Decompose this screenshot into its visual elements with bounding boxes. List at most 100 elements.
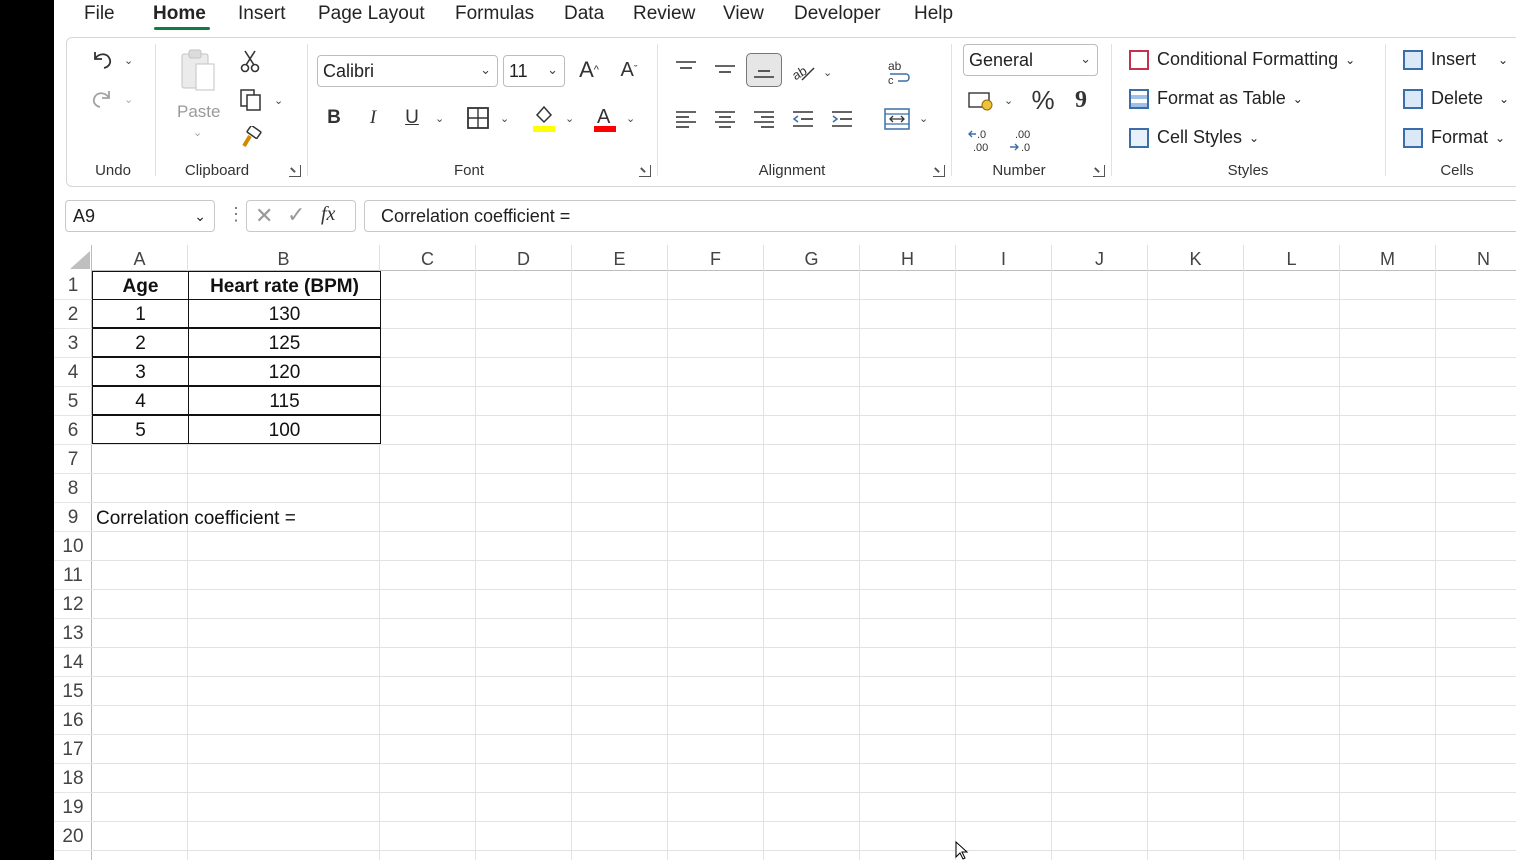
- row-header-1[interactable]: 1: [54, 271, 92, 300]
- enter-entry-icon[interactable]: ✓: [287, 202, 305, 228]
- cell-a3[interactable]: 2: [92, 328, 189, 357]
- cancel-entry-icon[interactable]: ✕: [255, 203, 273, 229]
- conditional-formatting-button[interactable]: Conditional Formatting ⌄: [1129, 49, 1355, 70]
- cell-a9[interactable]: Correlation coefficient =: [96, 504, 376, 533]
- cell-b2[interactable]: 130: [188, 299, 381, 328]
- row-header-8[interactable]: 8: [54, 474, 92, 503]
- percent-style-button[interactable]: %: [1028, 85, 1058, 115]
- cut-icon[interactable]: [237, 48, 263, 74]
- copy-dropdown-icon[interactable]: ⌄: [274, 94, 283, 107]
- format-cells-button[interactable]: Format ⌄: [1403, 127, 1505, 148]
- formula-input[interactable]: Correlation coefficient =: [364, 200, 1516, 232]
- row-header-19[interactable]: 19: [54, 793, 92, 822]
- undo-icon[interactable]: [87, 44, 117, 74]
- alignment-launcher-icon[interactable]: [933, 165, 945, 177]
- row-header-3[interactable]: 3: [54, 329, 92, 358]
- tab-file[interactable]: File: [84, 3, 115, 25]
- column-header-a[interactable]: A: [92, 245, 188, 271]
- row-header-15[interactable]: 15: [54, 677, 92, 706]
- column-header-c[interactable]: C: [380, 245, 476, 271]
- underline-dropdown-icon[interactable]: ⌄: [435, 112, 444, 125]
- name-box[interactable]: A9 ⌄: [65, 200, 215, 232]
- row-header-12[interactable]: 12: [54, 590, 92, 619]
- insert-function-icon[interactable]: fx: [321, 203, 335, 226]
- column-header-n[interactable]: N: [1436, 245, 1516, 271]
- row-header-14[interactable]: 14: [54, 648, 92, 677]
- row-header-11[interactable]: 11: [54, 561, 92, 590]
- tab-review[interactable]: Review: [633, 3, 695, 25]
- cell-b1[interactable]: Heart rate (BPM): [188, 271, 381, 300]
- insert-cells-button[interactable]: Insert ⌄: [1403, 49, 1508, 70]
- decrease-decimal-icon[interactable]: .00.0: [1005, 126, 1039, 154]
- format-painter-icon[interactable]: [237, 124, 265, 152]
- merge-center-icon[interactable]: [883, 106, 911, 132]
- font-color-icon[interactable]: A: [591, 102, 619, 134]
- row-header-9[interactable]: 9: [54, 503, 92, 532]
- align-middle-icon[interactable]: [712, 58, 738, 80]
- column-header-e[interactable]: E: [572, 245, 668, 271]
- font-name-select[interactable]: Calibri ⌄: [317, 55, 498, 87]
- accounting-dropdown-icon[interactable]: ⌄: [1004, 94, 1013, 107]
- format-as-table-button[interactable]: Format as Table ⌄: [1129, 88, 1303, 109]
- decrease-font-size-icon[interactable]: Aˇ: [615, 56, 643, 84]
- redo-icon[interactable]: [87, 83, 117, 113]
- tab-page-layout[interactable]: Page Layout: [318, 3, 425, 25]
- tab-insert[interactable]: Insert: [238, 3, 286, 25]
- row-header-13[interactable]: 13: [54, 619, 92, 648]
- cell-a5[interactable]: 4: [92, 386, 189, 415]
- column-header-l[interactable]: L: [1244, 245, 1340, 271]
- number-format-select[interactable]: General ⌄: [963, 44, 1098, 76]
- increase-font-size-icon[interactable]: A ^: [575, 56, 603, 84]
- cell-a6[interactable]: 5: [92, 415, 189, 444]
- tab-help[interactable]: Help: [914, 3, 953, 25]
- column-header-b[interactable]: B: [188, 245, 380, 271]
- cell-styles-button[interactable]: Cell Styles ⌄: [1129, 127, 1259, 148]
- column-header-h[interactable]: H: [860, 245, 956, 271]
- row-header-6[interactable]: 6: [54, 416, 92, 445]
- number-launcher-icon[interactable]: [1093, 165, 1105, 177]
- row-header-17[interactable]: 17: [54, 735, 92, 764]
- paste-dropdown-icon[interactable]: ⌄: [193, 126, 202, 139]
- underline-button[interactable]: U: [400, 104, 424, 132]
- italic-button[interactable]: I: [361, 104, 385, 132]
- comma-style-button[interactable]: 9: [1069, 85, 1093, 115]
- fill-color-dropdown-icon[interactable]: ⌄: [565, 112, 574, 125]
- row-header-4[interactable]: 4: [54, 358, 92, 387]
- paste-icon[interactable]: [175, 46, 221, 96]
- increase-decimal-icon[interactable]: .0.00: [965, 126, 999, 154]
- borders-icon[interactable]: [465, 105, 491, 131]
- column-header-f[interactable]: F: [668, 245, 764, 271]
- cell-a4[interactable]: 3: [92, 357, 189, 386]
- paste-label[interactable]: Paste: [177, 102, 220, 122]
- copy-icon[interactable]: [237, 86, 265, 114]
- formula-bar-grip-icon[interactable]: ⋮: [227, 204, 245, 225]
- row-header-20[interactable]: 20: [54, 822, 92, 851]
- align-top-icon[interactable]: [673, 58, 699, 80]
- row-header-16[interactable]: 16: [54, 706, 92, 735]
- increase-indent-icon[interactable]: [829, 108, 855, 130]
- tab-view[interactable]: View: [723, 3, 764, 25]
- clipboard-launcher-icon[interactable]: [289, 165, 301, 177]
- tab-data[interactable]: Data: [564, 3, 604, 25]
- orientation-icon[interactable]: ab: [791, 58, 817, 84]
- cell-b6[interactable]: 100: [188, 415, 381, 444]
- redo-dropdown-icon[interactable]: ⌄: [124, 93, 133, 106]
- tab-home[interactable]: Home: [153, 3, 206, 25]
- select-all-button[interactable]: [54, 245, 92, 271]
- cell-a2[interactable]: 1: [92, 299, 189, 328]
- align-center-icon[interactable]: [712, 108, 738, 130]
- wrap-text-icon[interactable]: ab c: [885, 58, 913, 86]
- row-header-5[interactable]: 5: [54, 387, 92, 416]
- cell-b5[interactable]: 115: [188, 386, 381, 415]
- merge-dropdown-icon[interactable]: ⌄: [919, 112, 928, 125]
- column-header-m[interactable]: M: [1340, 245, 1436, 271]
- font-launcher-icon[interactable]: [639, 165, 651, 177]
- accounting-format-icon[interactable]: [967, 88, 997, 114]
- tab-developer[interactable]: Developer: [794, 3, 881, 25]
- font-size-select[interactable]: 11 ⌄: [503, 55, 565, 87]
- decrease-indent-icon[interactable]: [790, 108, 816, 130]
- row-header-10[interactable]: 10: [54, 532, 92, 561]
- delete-cells-button[interactable]: Delete ⌄: [1403, 88, 1509, 109]
- tab-formulas[interactable]: Formulas: [455, 3, 534, 25]
- borders-dropdown-icon[interactable]: ⌄: [500, 112, 509, 125]
